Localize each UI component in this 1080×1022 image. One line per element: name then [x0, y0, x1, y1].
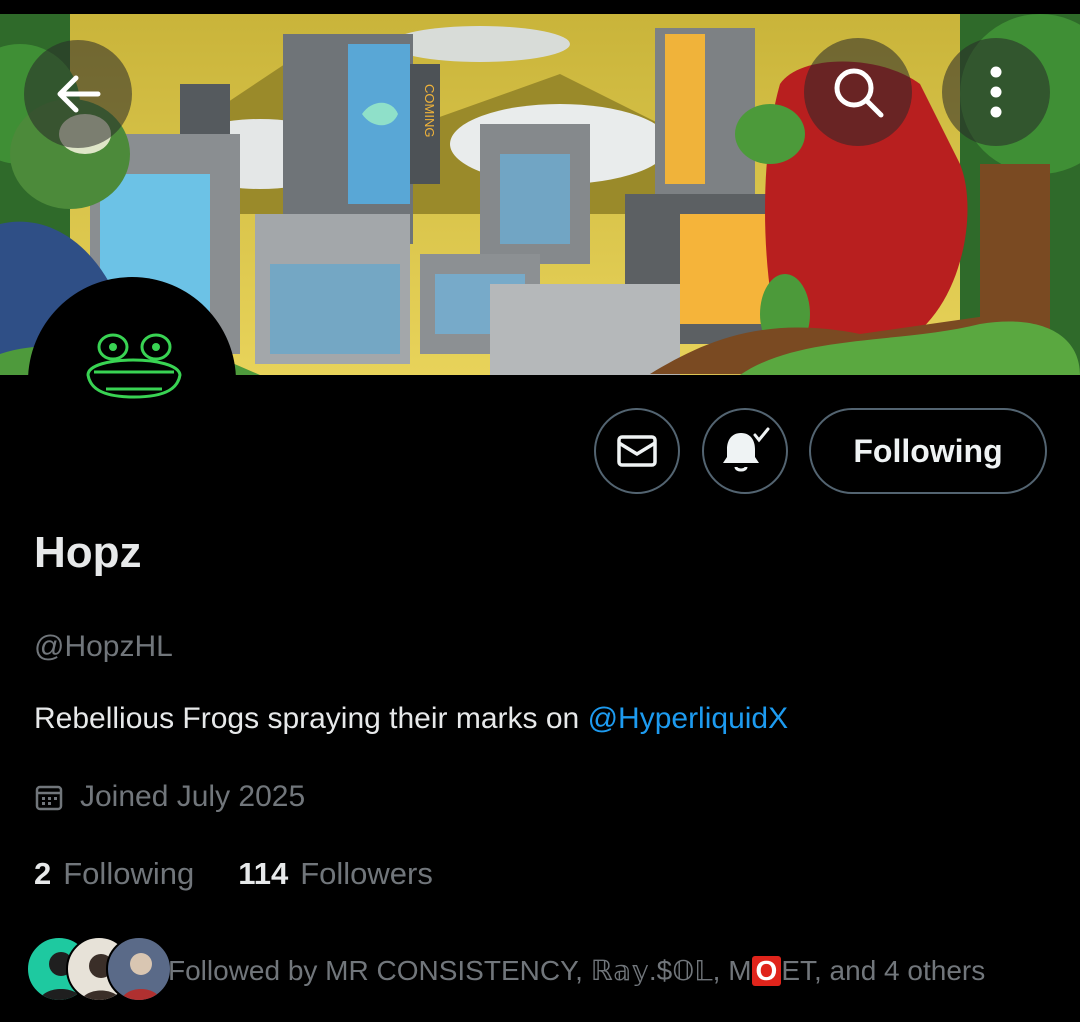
- back-button[interactable]: [24, 40, 132, 148]
- followed-by-prefix: Followed by MR CONSISTENCY,: [168, 955, 591, 986]
- person-silhouette-icon: [121, 953, 161, 1000]
- followed-by-sep: , M: [712, 955, 752, 986]
- display-name: Hopz: [34, 528, 142, 577]
- o-emoji-badge: O: [751, 956, 782, 986]
- follower-avatar[interactable]: [106, 936, 172, 1002]
- user-handle: @HopzHL: [34, 630, 173, 663]
- message-button[interactable]: [594, 408, 680, 494]
- followed-by-suffix: ET, and 4 others: [781, 955, 986, 986]
- join-date: Joined July 2025: [34, 780, 305, 814]
- followed-by-text[interactable]: Followed by MR CONSISTENCY, ℝ𝕒𝕪.$𝕆𝕃, MOE…: [168, 954, 985, 987]
- more-button[interactable]: [942, 38, 1050, 146]
- joined-text: Joined July 2025: [80, 780, 306, 813]
- search-icon: [834, 68, 884, 118]
- frog-logo-icon: [86, 333, 182, 399]
- followers-label[interactable]: Followers: [300, 856, 433, 892]
- bio-text: Rebellious Frogs spraying their marks on: [34, 702, 588, 735]
- more-vertical-icon: [990, 66, 1002, 118]
- following-button[interactable]: Following: [809, 408, 1047, 494]
- following-label[interactable]: Following: [63, 856, 194, 892]
- followers-count[interactable]: 114: [238, 856, 288, 892]
- status-strip: [0, 0, 1080, 14]
- follow-stats: 2 Following 114 Followers: [34, 856, 477, 892]
- envelope-icon: [617, 435, 657, 467]
- calendar-icon: [35, 785, 63, 811]
- following-count[interactable]: 2: [34, 856, 51, 892]
- bio-mention-link[interactable]: @HyperliquidX: [588, 702, 789, 735]
- profile-avatar[interactable]: [28, 277, 236, 485]
- notifications-button[interactable]: [702, 408, 788, 494]
- bell-check-icon: [723, 427, 770, 472]
- follower-name-2: ℝ𝕒𝕪.$𝕆𝕃: [590, 955, 713, 986]
- arrow-left-icon: [57, 75, 101, 113]
- coming-sign: COMING: [422, 84, 437, 137]
- search-button[interactable]: [804, 38, 912, 146]
- profile-bio: Rebellious Frogs spraying their marks on…: [34, 702, 788, 736]
